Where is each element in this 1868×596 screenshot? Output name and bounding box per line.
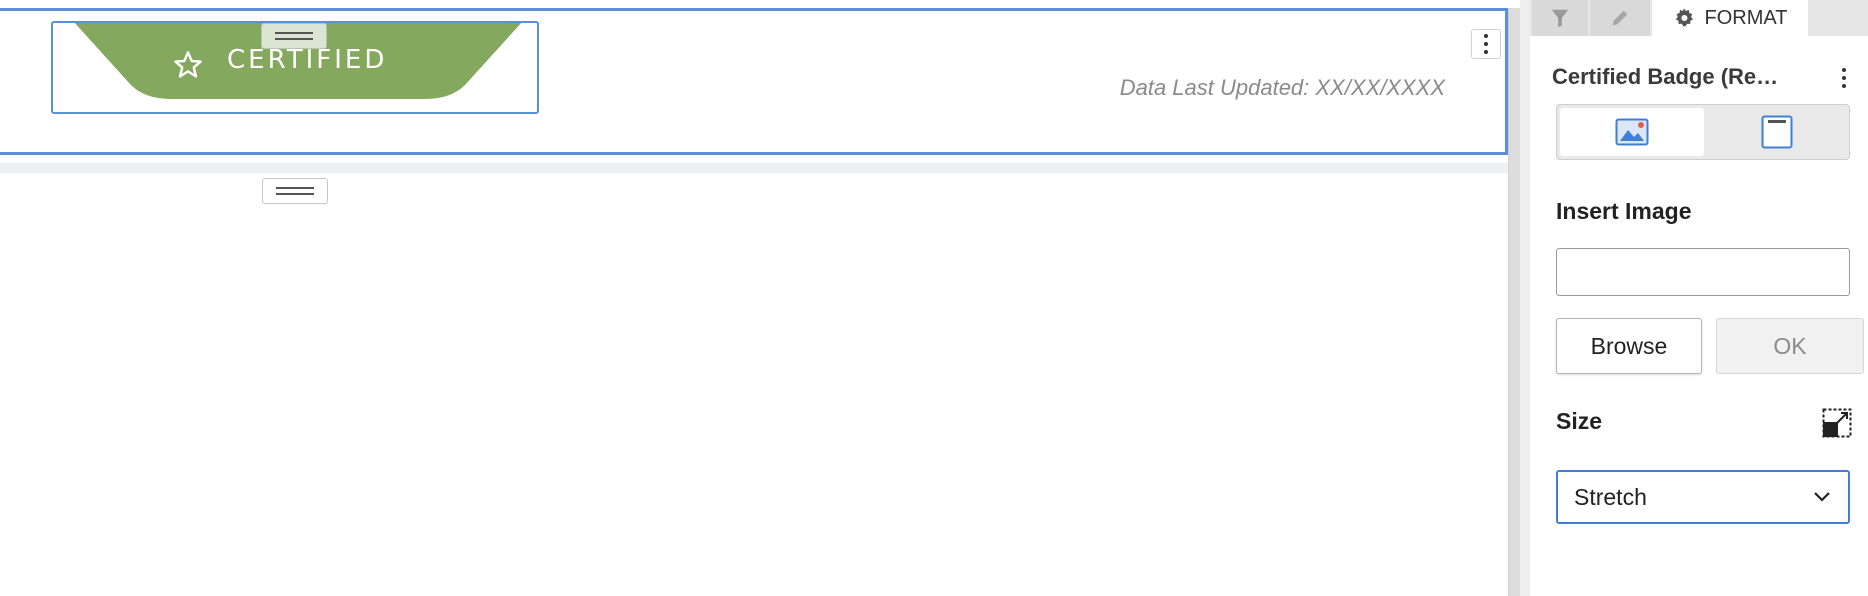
row-divider (0, 163, 1508, 173)
panel-separator (1520, 0, 1530, 596)
size-label: Size (1556, 408, 1603, 434)
resize-icon[interactable] (1822, 408, 1852, 438)
chevron-down-icon (1814, 492, 1830, 502)
tab-edit[interactable] (1590, 0, 1650, 36)
kebab-icon (1842, 68, 1846, 88)
container-icon (1761, 115, 1793, 149)
image-type-option[interactable] (1560, 108, 1704, 156)
data-last-updated-text: Data Last Updated: XX/XX/XXXX (1119, 75, 1445, 100)
ok-button[interactable]: OK (1716, 318, 1864, 374)
panel-tabbar: FORMAT (1530, 0, 1868, 36)
size-selected-value: Stretch (1574, 483, 1647, 510)
element-type-toggle (1556, 104, 1850, 160)
format-panel: FORMAT Certified Badge (Re… Insert Image… (1530, 0, 1868, 596)
filter-icon (1551, 9, 1569, 28)
badge-label: CERTIFIED (227, 45, 388, 75)
insert-image-label: Insert Image (1556, 198, 1692, 224)
header-container[interactable]: CERTIFIED Data Last Updated: XX/XX/XXXX (0, 8, 1508, 155)
gear-icon (1675, 8, 1693, 27)
kebab-icon (1484, 34, 1488, 54)
panel-title: Certified Badge (Re… (1552, 64, 1779, 89)
size-dropdown[interactable]: Stretch (1556, 470, 1850, 524)
star-icon (174, 51, 202, 78)
container-menu-button[interactable] (1471, 29, 1501, 59)
tab-filter[interactable] (1532, 0, 1588, 36)
tab-format[interactable]: FORMAT (1652, 0, 1808, 36)
panel-menu-button[interactable] (1842, 68, 1846, 88)
drag-handle[interactable] (262, 178, 328, 204)
pencil-icon (1612, 10, 1628, 26)
image-icon (1615, 118, 1649, 146)
tab-format-label: FORMAT (1704, 6, 1788, 29)
browse-button[interactable]: Browse (1556, 318, 1702, 374)
container-type-option[interactable] (1706, 108, 1848, 156)
image-url-input[interactable] (1556, 248, 1850, 296)
drag-handle[interactable] (261, 23, 327, 49)
dashboard-canvas: CERTIFIED Data Last Updated: XX/XX/XXXX (0, 0, 1512, 596)
